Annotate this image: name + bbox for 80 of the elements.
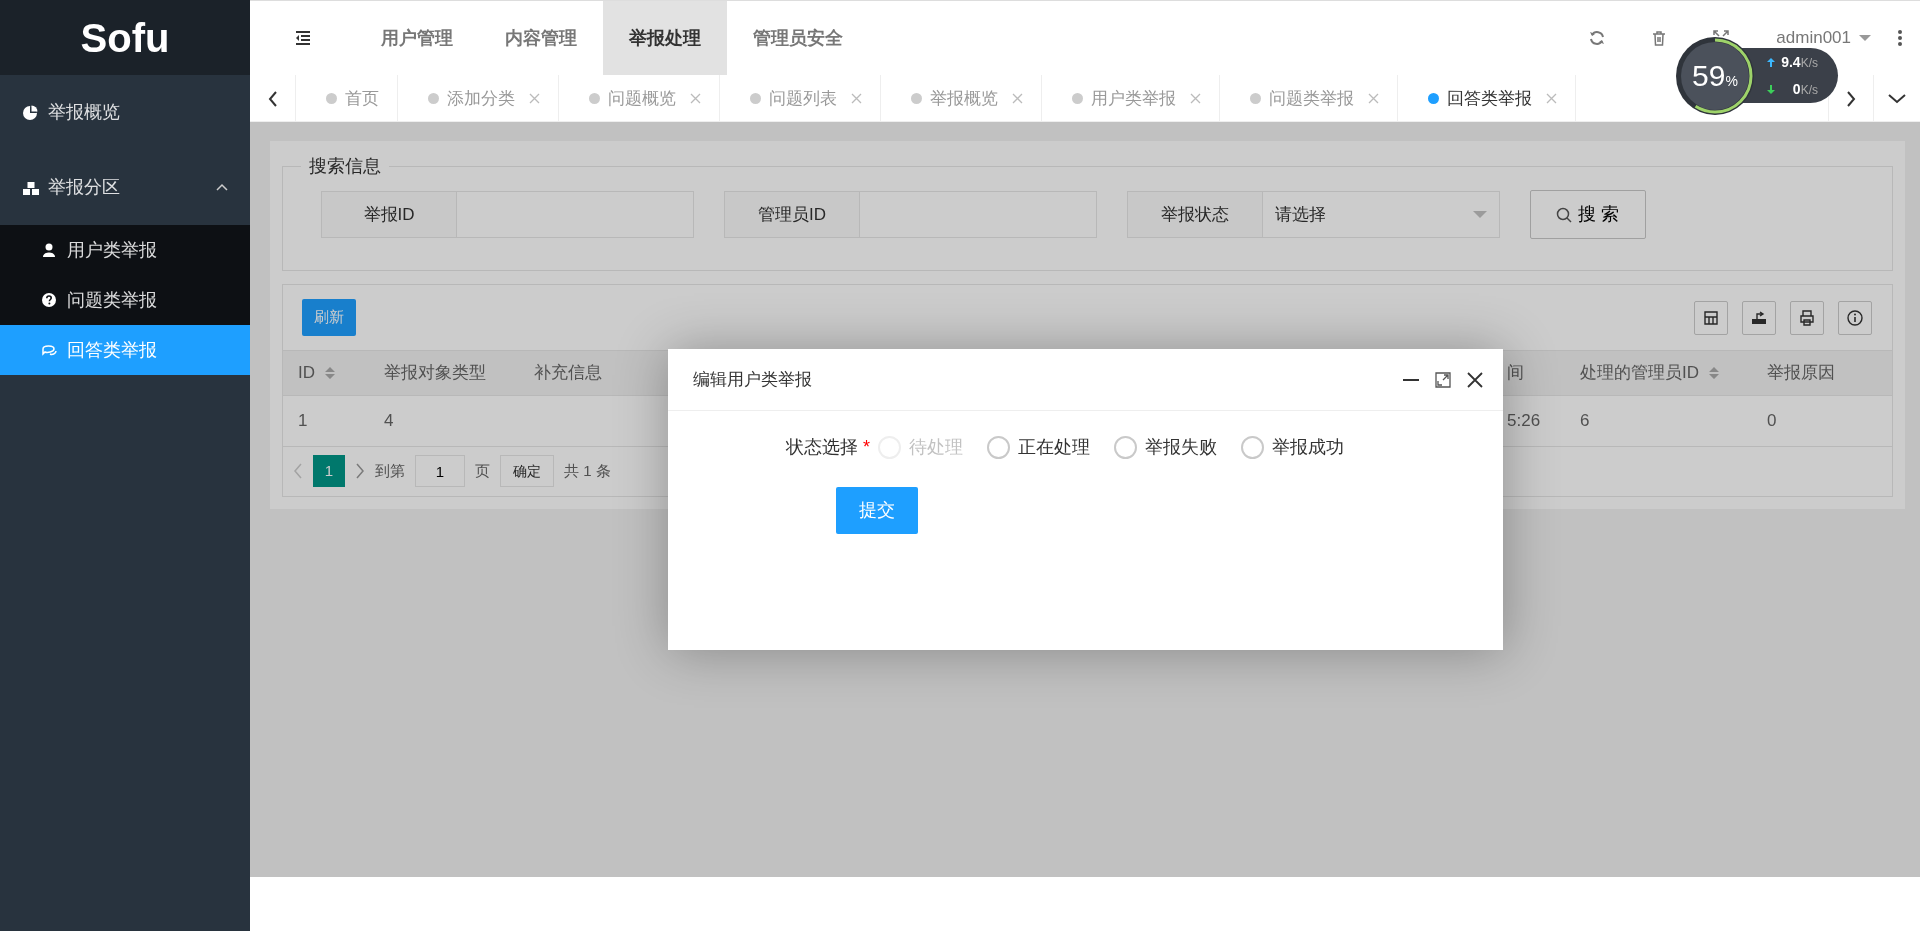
total-count: 共 1 条 bbox=[564, 460, 611, 481]
more-icon[interactable] bbox=[1898, 30, 1902, 46]
chevron-down-icon[interactable] bbox=[1888, 93, 1906, 104]
dropdown-caret-icon bbox=[1473, 211, 1487, 218]
close-icon[interactable] bbox=[1467, 371, 1483, 388]
radio-option: 待处理 bbox=[878, 434, 963, 461]
pager-label: 页 bbox=[475, 460, 490, 481]
cubes-icon bbox=[22, 179, 40, 196]
required-mark: * bbox=[863, 436, 870, 459]
dot-icon bbox=[911, 93, 922, 104]
fullscreen-icon[interactable] bbox=[1713, 30, 1730, 38]
sidebar-item[interactable]: 举报概览 bbox=[0, 75, 250, 150]
dot-icon bbox=[1250, 93, 1261, 104]
pie-chart-icon bbox=[22, 104, 40, 121]
next-icon[interactable] bbox=[355, 463, 365, 479]
search-button[interactable]: 搜 索 bbox=[1530, 190, 1646, 239]
nav-item[interactable]: 举报处理 bbox=[603, 1, 727, 75]
refresh-icon[interactable] bbox=[1589, 30, 1606, 46]
table-cell: 6 bbox=[1565, 395, 1752, 446]
dot-icon bbox=[1428, 93, 1439, 104]
column-header[interactable]: 处理的管理员ID bbox=[1565, 350, 1752, 396]
pager-label: 到第 bbox=[375, 460, 405, 481]
nav-item[interactable]: 内容管理 bbox=[479, 1, 603, 75]
caret-icon bbox=[1859, 35, 1871, 41]
sidebar-subitem[interactable]: 问题类举报 bbox=[0, 275, 250, 325]
maximize-icon[interactable] bbox=[1435, 371, 1451, 388]
info-icon bbox=[1847, 309, 1863, 326]
submit-button[interactable]: 提交 bbox=[836, 487, 918, 534]
chat-icon bbox=[42, 343, 57, 357]
columns-icon bbox=[1703, 309, 1719, 326]
nav-item[interactable]: 管理员安全 bbox=[727, 1, 869, 75]
radio-option[interactable]: 正在处理 bbox=[987, 434, 1090, 461]
field-label: 管理员ID bbox=[724, 191, 860, 238]
nav-item[interactable]: 用户管理 bbox=[355, 1, 479, 75]
upload-icon bbox=[1767, 57, 1775, 67]
column-header: 举报对象类型 bbox=[369, 350, 519, 396]
download-icon bbox=[1767, 84, 1775, 94]
chevron-left-icon[interactable] bbox=[267, 90, 278, 107]
field-label: 状态选择 bbox=[786, 436, 858, 459]
page-number[interactable]: 1 bbox=[313, 455, 345, 487]
select-field[interactable]: 请选择 bbox=[1263, 191, 1500, 238]
radio-option[interactable]: 举报失败 bbox=[1114, 434, 1217, 461]
page-input[interactable]: 1 bbox=[415, 455, 465, 487]
gauge-icon bbox=[1675, 36, 1755, 116]
user-icon bbox=[42, 243, 57, 257]
field-label: 举报ID bbox=[321, 191, 457, 238]
sidebar-subitem[interactable]: 用户类举报 bbox=[0, 225, 250, 275]
table-cell: 1 bbox=[283, 395, 369, 446]
sidebar-item[interactable]: 举报分区 bbox=[0, 150, 250, 225]
sidebar-subitem[interactable]: 回答类举报 bbox=[0, 325, 250, 375]
field-label: 举报状态 bbox=[1127, 191, 1263, 238]
radio-option[interactable]: 举报成功 bbox=[1241, 434, 1344, 461]
column-header[interactable]: ID bbox=[283, 350, 369, 396]
toolbar-button[interactable] bbox=[1790, 300, 1824, 335]
chevron-right-icon[interactable] bbox=[1846, 90, 1856, 107]
toolbar-button[interactable] bbox=[1694, 300, 1728, 335]
menu-icon[interactable] bbox=[293, 30, 312, 46]
search-icon bbox=[1556, 206, 1573, 223]
logo-text: Sofu bbox=[80, 14, 170, 62]
column-header: 举报原因 bbox=[1752, 350, 1892, 396]
gauge-reading: 59% bbox=[1692, 61, 1738, 91]
trash-icon[interactable] bbox=[1652, 30, 1667, 46]
chevron-icon bbox=[216, 183, 228, 192]
confirm-button[interactable]: 确定 bbox=[500, 455, 554, 487]
dot-icon bbox=[326, 93, 337, 104]
export-icon bbox=[1751, 309, 1767, 326]
dot-icon bbox=[428, 93, 439, 104]
question-icon bbox=[42, 293, 57, 307]
print-icon bbox=[1799, 309, 1815, 326]
user-menu[interactable]: admin001 bbox=[1776, 25, 1871, 51]
refresh-button[interactable]: 刷新 bbox=[302, 299, 356, 336]
dot-icon bbox=[589, 93, 600, 104]
toolbar-button[interactable] bbox=[1742, 300, 1776, 335]
table-cell: 0 bbox=[1752, 395, 1892, 446]
table-cell: 4 bbox=[369, 395, 519, 446]
dot-icon bbox=[1072, 93, 1083, 104]
dot-icon bbox=[750, 93, 761, 104]
table-cell: 5:26 bbox=[1492, 395, 1565, 446]
section-title: 搜索信息 bbox=[308, 155, 382, 178]
toolbar-button[interactable] bbox=[1838, 300, 1872, 335]
